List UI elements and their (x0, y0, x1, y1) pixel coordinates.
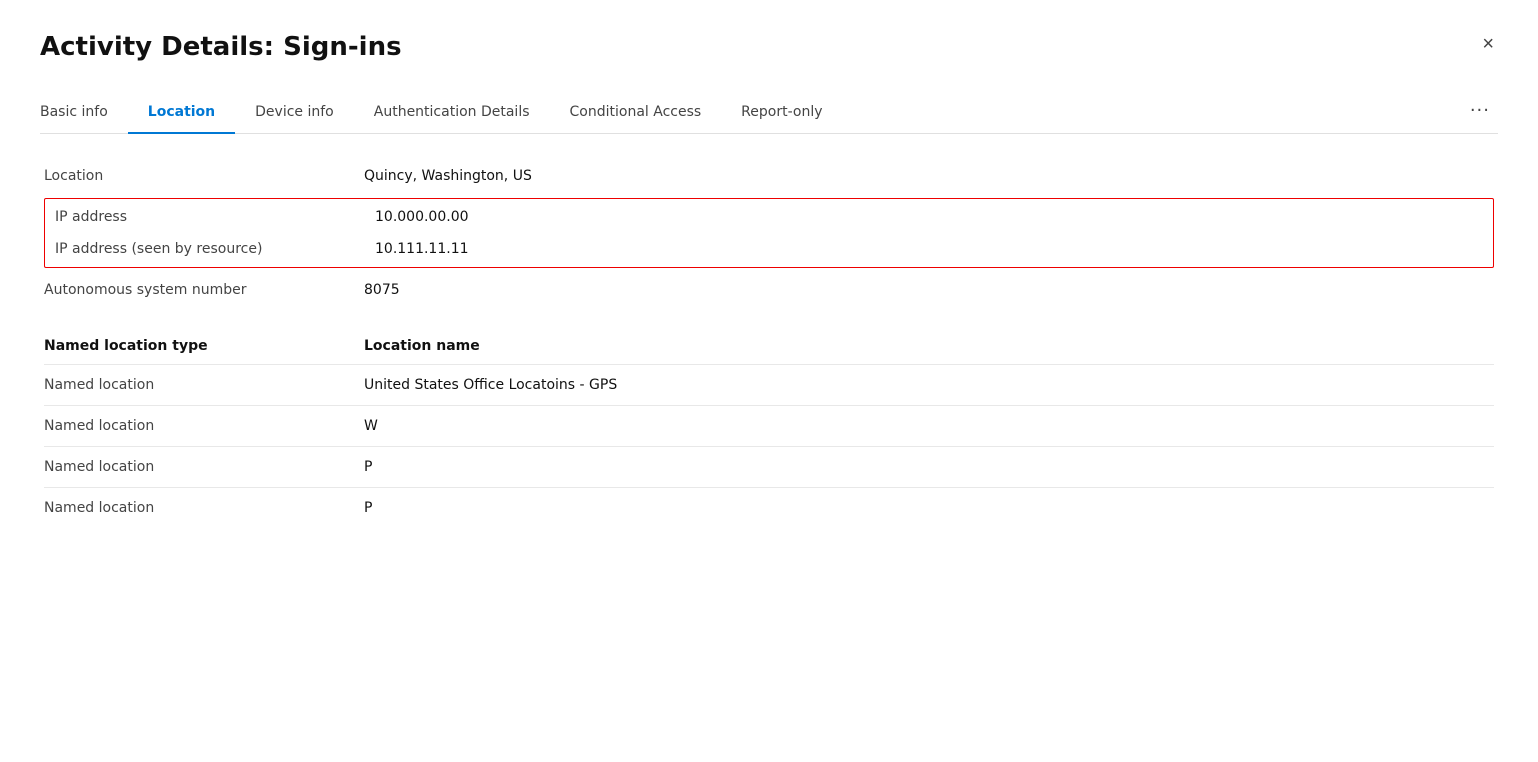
asn-row: Autonomous system number 8075 (44, 272, 1494, 308)
tab-report-only[interactable]: Report-only (721, 94, 842, 134)
ip-address-resource-row: IP address (seen by resource) 10.111.11.… (45, 233, 1493, 265)
named-location-label-2: Named location (44, 459, 364, 475)
tab-conditional-access[interactable]: Conditional Access (550, 94, 722, 134)
named-location-label-3: Named location (44, 500, 364, 516)
named-row-0: Named location United States Office Loca… (44, 364, 1494, 405)
section-header-row: Named location type Location name (44, 324, 1494, 364)
activity-details-panel: Activity Details: Sign-ins × Basic info … (0, 0, 1538, 762)
named-location-value-0: United States Office Locatoins - GPS (364, 377, 617, 393)
location-row: Location Quincy, Washington, US (44, 158, 1494, 194)
tab-content: Location Quincy, Washington, US IP addre… (40, 158, 1498, 528)
close-button[interactable]: × (1478, 30, 1498, 58)
tab-location[interactable]: Location (128, 94, 235, 134)
ip-address-label: IP address (55, 209, 375, 225)
section-header-label: Named location type (44, 338, 364, 354)
spacer (44, 308, 1494, 324)
tab-more-button[interactable]: ··· (1462, 90, 1498, 133)
tab-bar: Basic info Location Device info Authenti… (40, 90, 1498, 134)
ip-highlight-box: IP address 10.000.00.00 IP address (seen… (44, 198, 1494, 268)
ip-address-resource-label: IP address (seen by resource) (55, 241, 375, 257)
page-title: Activity Details: Sign-ins (40, 32, 1498, 62)
location-label: Location (44, 168, 364, 184)
named-row-2: Named location P (44, 446, 1494, 487)
ip-address-value: 10.000.00.00 (375, 209, 469, 225)
named-row-1: Named location W (44, 405, 1494, 446)
named-location-label-1: Named location (44, 418, 364, 434)
ip-address-resource-value: 10.111.11.11 (375, 241, 469, 257)
tab-basic-info[interactable]: Basic info (40, 94, 128, 134)
tab-device-info[interactable]: Device info (235, 94, 354, 134)
asn-label: Autonomous system number (44, 282, 364, 298)
section-header-value: Location name (364, 338, 480, 354)
named-location-value-3: P (364, 500, 372, 516)
named-location-value-1: W (364, 418, 378, 434)
named-location-label-0: Named location (44, 377, 364, 393)
ip-address-row: IP address 10.000.00.00 (45, 201, 1493, 233)
location-value: Quincy, Washington, US (364, 168, 532, 184)
named-location-value-2: P (364, 459, 372, 475)
asn-value: 8075 (364, 282, 400, 298)
named-row-3: Named location P (44, 487, 1494, 528)
tab-authentication-details[interactable]: Authentication Details (354, 94, 550, 134)
